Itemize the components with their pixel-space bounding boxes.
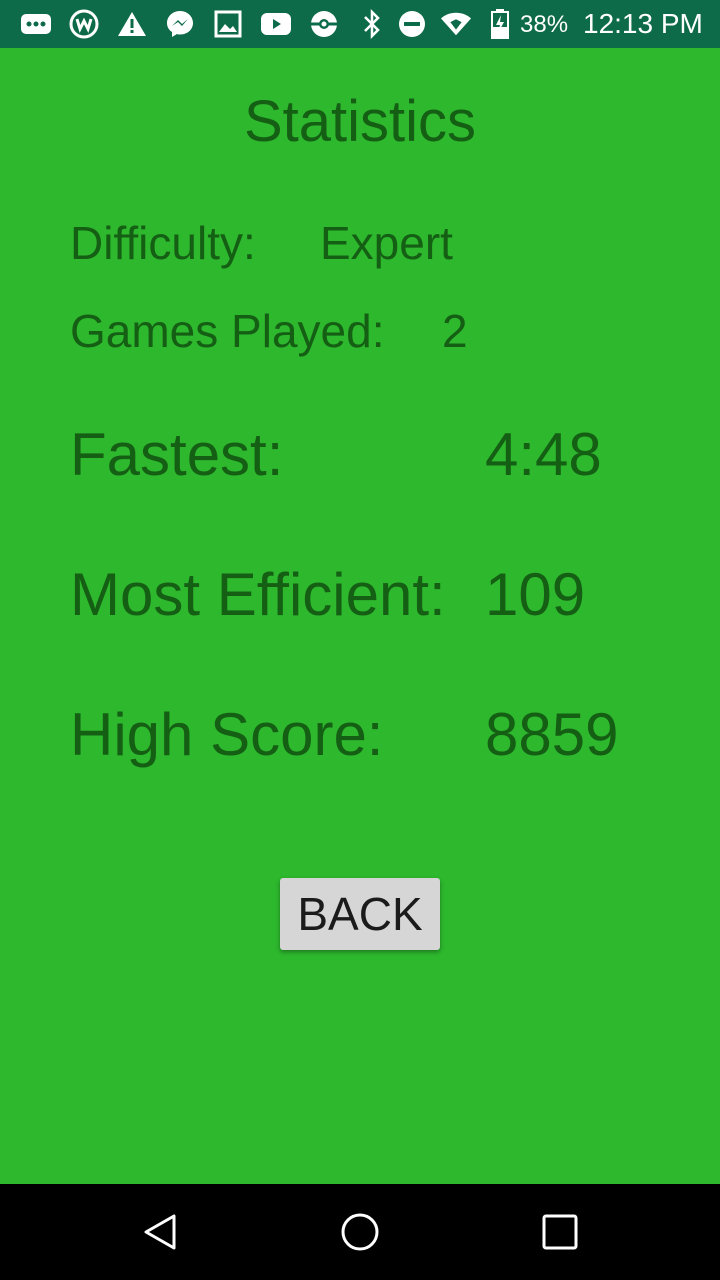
fastest-row: Fastest: 4:48	[70, 420, 602, 489]
navigation-bar	[0, 1184, 720, 1280]
wifi-icon	[440, 8, 472, 40]
youtube-icon	[260, 8, 292, 40]
difficulty-value: Expert	[320, 217, 453, 269]
high-score-label: High Score:	[70, 701, 384, 768]
home-circle-icon[interactable]	[336, 1208, 384, 1256]
bluetooth-icon	[356, 8, 388, 40]
difficulty-row: Difficulty: Expert	[70, 216, 453, 270]
high-score-value: 8859	[485, 701, 619, 768]
clock-time: 12:13 PM	[583, 8, 703, 39]
most-efficient-label: Most Efficient:	[70, 561, 446, 628]
wattpad-icon	[68, 8, 100, 40]
pokeball-icon	[308, 8, 340, 40]
most-efficient-row: Most Efficient: 109	[70, 560, 585, 629]
battery-percent: 38%	[520, 11, 569, 38]
messenger-icon	[164, 8, 196, 40]
status-bar: 38% 12:13 PM	[0, 0, 720, 48]
high-score-row: High Score: 8859	[70, 700, 618, 769]
most-efficient-value: 109	[485, 561, 586, 628]
image-icon	[212, 8, 244, 40]
more-dots-icon	[20, 8, 52, 40]
statistics-screen: Statistics Difficulty: Expert Games Play…	[0, 48, 720, 1184]
back-button[interactable]: BACK	[280, 878, 440, 950]
battery-icon	[484, 8, 516, 40]
warning-icon	[116, 8, 148, 40]
difficulty-label: Difficulty:	[70, 217, 256, 269]
games-played-value: 2	[442, 305, 468, 357]
games-played-row: Games Played: 2	[70, 304, 468, 358]
do-not-disturb-icon	[396, 8, 428, 40]
fastest-label: Fastest:	[70, 421, 284, 488]
page-title: Statistics	[243, 89, 477, 154]
back-triangle-icon[interactable]	[136, 1208, 184, 1256]
fastest-value: 4:48	[485, 421, 602, 488]
recents-square-icon[interactable]	[536, 1208, 584, 1256]
games-played-label: Games Played:	[70, 305, 385, 357]
